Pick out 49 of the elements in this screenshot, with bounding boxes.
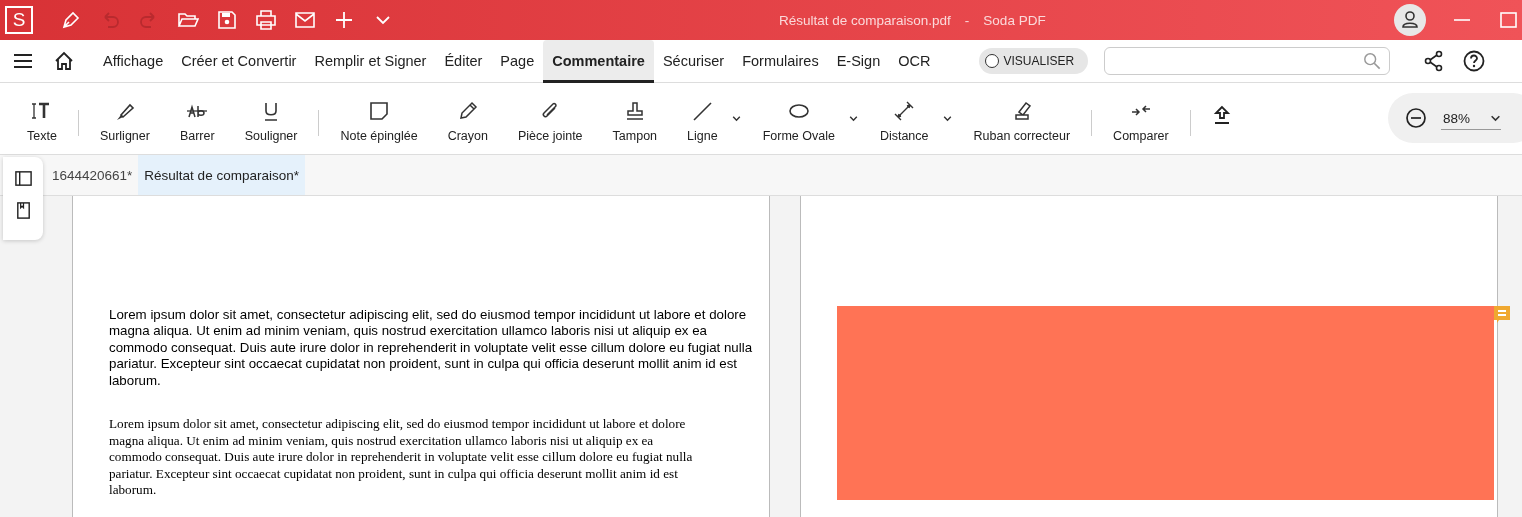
- menu-tab[interactable]: Affichage: [94, 39, 173, 83]
- menu-tab[interactable]: Sécuriser: [653, 39, 734, 83]
- menu-tab[interactable]: OCR: [889, 39, 940, 83]
- tool-button[interactable]: Note épinglée: [325, 94, 433, 143]
- help-icon[interactable]: [1463, 50, 1486, 72]
- pen-icon[interactable]: [60, 9, 82, 31]
- search-field[interactable]: [1104, 47, 1391, 75]
- tool-button[interactable]: Barrer: [164, 94, 230, 143]
- tool-button[interactable]: Tampon: [597, 94, 673, 143]
- zoom-out-icon[interactable]: [1405, 107, 1427, 129]
- save-icon[interactable]: [216, 9, 238, 31]
- app-name: Soda PDF: [983, 12, 1046, 28]
- menu-tab[interactable]: Commentaire: [543, 39, 654, 83]
- document-tab[interactable]: Résultat de comparaison*: [138, 155, 305, 195]
- tool-button[interactable]: Pièce jointe: [502, 94, 598, 143]
- menu-tab[interactable]: Remplir et Signer: [305, 39, 436, 83]
- mail-icon[interactable]: [294, 9, 316, 31]
- sticky-note-icon: [368, 100, 391, 122]
- app-logo: S: [5, 6, 33, 34]
- home-icon[interactable]: [53, 50, 75, 72]
- user-avatar-icon[interactable]: [1394, 4, 1426, 36]
- tool-button[interactable]: Forme Ovale: [747, 94, 850, 143]
- tool-button[interactable]: Ligne: [672, 94, 733, 143]
- measure-icon: [893, 100, 916, 122]
- tool-button[interactable]: Ruban correcteur: [958, 94, 1086, 143]
- document-title: Résultat de comparaison.pdf: [779, 12, 951, 28]
- menu-tab[interactable]: Créer et Convertir: [172, 39, 306, 83]
- menu-tab[interactable]: Formulaires: [733, 39, 828, 83]
- tool-button[interactable]: Texte: [12, 94, 72, 143]
- menu-tab[interactable]: Éditer: [435, 39, 492, 83]
- title-separator: -: [964, 12, 970, 28]
- search-icon: [1363, 52, 1382, 70]
- paragraph: Lorem ipsum dolor sit amet, consectetur adipiscing elit, sed do eiusmod tempor incididunt ut labore et dolore magna aliqua. Ut enim ad minim veniam, quis nostrud exercitation ullamco laboris nisi ut aliquip ex ea commodo consequat. Duis aute irure dolor in reprehenderit in voluptate velit esse cillum dolore eu fugiat nulla pariatur. Excepteur sint occaecat cupidatat non proident, sunt in culpa qui officia deserunt mollit anim id est laborum.: [109, 416, 694, 499]
- paragraph: Lorem ipsum dolor sit amet, consectetur adipiscing elit, sed do eiusmod tempor incididunt ut labore et dolore magna aliqua. Ut enim ad minim veniam, quis nostrud exercitation ullamco laboris nisi ut aliquip ex ea commodo consequat. Duis aute irure dolor in reprehenderit in voluptate velit esse cillum dolore eu fugiat nulla pariatur. Excepteur sint occaecat cupidatat non proident, sunt in culpa qui officia deserunt mollit anim id est laborum.: [109, 307, 754, 390]
- document-tab[interactable]: 1644420661*: [46, 155, 139, 195]
- maximize-icon[interactable]: [1498, 10, 1518, 30]
- printer-icon[interactable]: [255, 9, 277, 31]
- tool-button[interactable]: Comparer: [1098, 94, 1184, 143]
- tool-button[interactable]: Distance: [864, 94, 944, 143]
- line-icon: [691, 100, 714, 122]
- plus-icon[interactable]: [333, 9, 355, 31]
- tool-button[interactable]: Crayon: [432, 94, 503, 143]
- menu-tab[interactable]: E-Sign: [827, 39, 890, 83]
- menu-tab[interactable]: Page: [491, 39, 544, 83]
- sidebar-icon[interactable]: [13, 169, 33, 188]
- tool-button[interactable]: Souligner: [229, 94, 313, 143]
- tool-button[interactable]: Surligner: [84, 94, 165, 143]
- visualiser-toggle[interactable]: VISUALISER: [979, 48, 1089, 74]
- zoom-select[interactable]: 88%: [1441, 106, 1502, 130]
